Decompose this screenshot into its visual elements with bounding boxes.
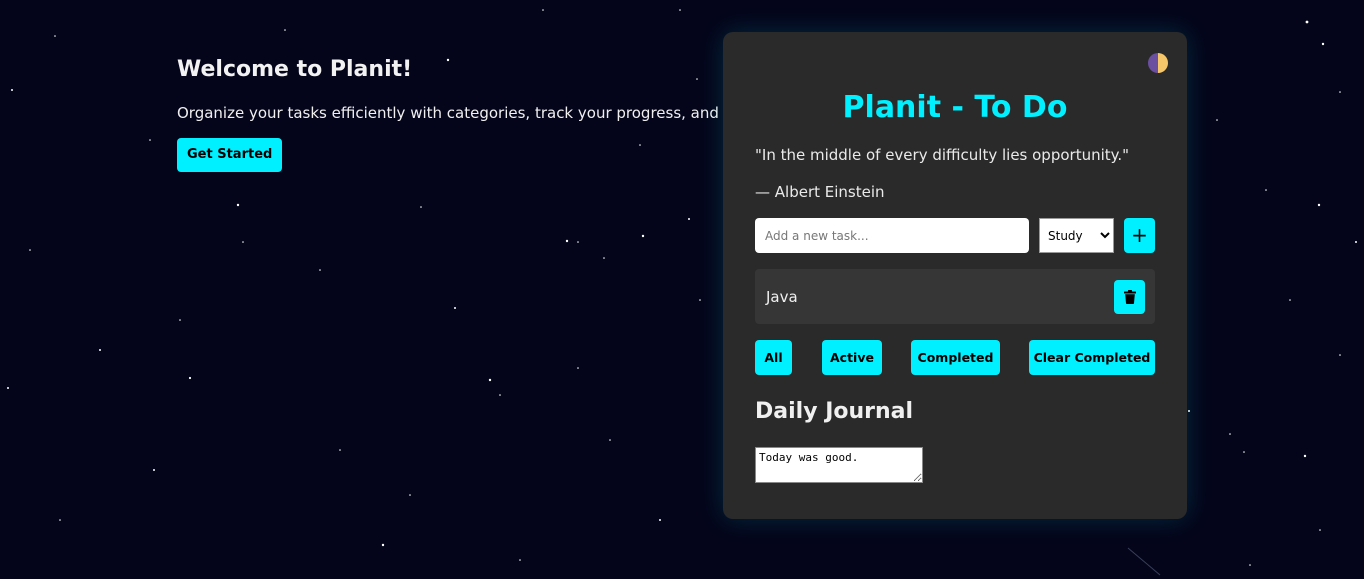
add-task-button[interactable]: + (1124, 218, 1155, 253)
quote-text: "In the middle of every difficulty lies … (755, 146, 1130, 164)
filter-active-button[interactable]: Active (822, 340, 882, 375)
journal-textarea[interactable]: Today was good. (755, 447, 923, 483)
trash-icon (1123, 290, 1136, 304)
journal-title: Daily Journal (755, 399, 914, 424)
delete-task-button[interactable] (1114, 280, 1145, 314)
filter-all-button[interactable]: All (755, 340, 792, 375)
task-text[interactable]: Java (766, 287, 798, 307)
hero-title: Welcome to Planit! (177, 57, 413, 82)
todo-card: Planit - To Do "In the middle of every d… (723, 32, 1187, 519)
hero-section: Welcome to Planit! Organize your tasks e… (177, 56, 768, 172)
card-title: Planit - To Do (842, 90, 1068, 125)
clear-completed-button[interactable]: Clear Completed (1029, 340, 1155, 375)
quote-author: — Albert Einstein (755, 183, 885, 201)
task-input[interactable] (755, 218, 1029, 253)
hero-description: Organize your tasks efficiently with cat… (177, 104, 768, 122)
list-item: Java (755, 269, 1155, 324)
moon-sun-icon[interactable] (1148, 53, 1168, 73)
category-select[interactable]: Study (1039, 218, 1114, 253)
filter-completed-button[interactable]: Completed (911, 340, 1000, 375)
get-started-button[interactable]: Get Started (177, 138, 283, 172)
